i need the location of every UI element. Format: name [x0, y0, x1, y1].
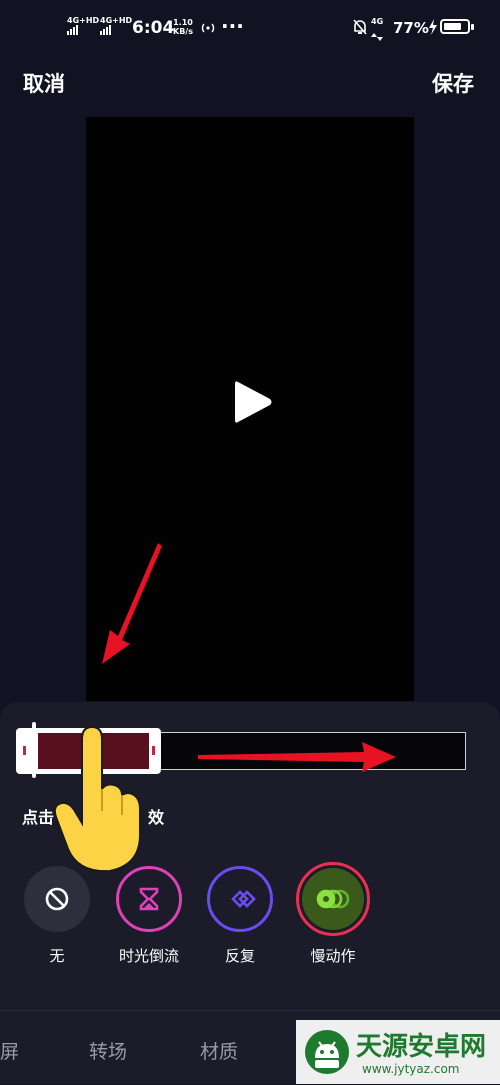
- effect-time-reverse-label: 时光倒流: [118, 947, 179, 965]
- effect-repeat-button[interactable]: [207, 866, 273, 932]
- repeat-diamond-icon: [231, 890, 256, 908]
- annotation-arrow-right-icon: [198, 742, 396, 772]
- signal-bars-icon: [100, 25, 132, 35]
- status-bar: 4G+HD 4G+HD 6:04 1.10 KB/s ··· 4G 77%: [0, 0, 500, 56]
- hint-text-right: 效: [148, 808, 165, 827]
- mute-bell-icon: [353, 19, 367, 35]
- battery-icon: [440, 19, 470, 34]
- data-arrows-icon: [371, 33, 383, 41]
- network-type-2: 4G+HD: [100, 16, 133, 25]
- net-speed: 1.10 KB/s: [173, 18, 193, 36]
- charging-bolt-icon: [429, 19, 437, 35]
- clock: 6:04: [132, 18, 175, 38]
- no-effect-icon: [45, 887, 69, 911]
- annotation-arrow-down-icon: [102, 543, 162, 664]
- effect-time-reverse-button[interactable]: [116, 866, 182, 932]
- watermark: 天源安卓网 www.jytyaz.com: [296, 1020, 500, 1084]
- signal-bars-icon: [67, 25, 99, 35]
- hourglass-icon: [139, 887, 159, 911]
- effect-none-label: 无: [49, 947, 65, 965]
- effect-slow-motion-label: 慢动作: [310, 947, 356, 965]
- battery-tip: [471, 24, 474, 30]
- save-button[interactable]: 保存: [432, 68, 474, 98]
- watermark-name: 天源安卓网: [356, 1032, 487, 1062]
- slow-motion-icon: [316, 889, 350, 909]
- tab-material[interactable]: 材质: [200, 1037, 238, 1064]
- effect-repeat-label: 反复: [224, 947, 255, 965]
- selection-handle-left[interactable]: [23, 746, 26, 755]
- more-dots: ···: [221, 14, 244, 38]
- battery-level: [444, 23, 461, 30]
- android-logo-icon: [305, 1030, 349, 1074]
- effect-slow-motion-button[interactable]: [296, 862, 370, 936]
- network-type-1: 4G+HD: [67, 16, 100, 25]
- network-type-3: 4G: [371, 17, 384, 26]
- signal-2: 4G+HD: [100, 16, 132, 35]
- hint-text-left: 点击: [22, 808, 55, 827]
- selection-handle-right[interactable]: [152, 746, 155, 755]
- effect-none-button[interactable]: [24, 866, 90, 932]
- signal-3: 4G: [371, 17, 383, 45]
- signal-1: 4G+HD: [67, 16, 99, 35]
- battery-percent: 77%: [393, 19, 429, 37]
- hotspot-icon: [201, 23, 215, 33]
- pointing-hand-icon: [53, 725, 141, 873]
- cancel-button[interactable]: 取消: [23, 68, 65, 98]
- tab-transition[interactable]: 转场: [89, 1037, 127, 1064]
- watermark-url: www.jytyaz.com: [362, 1062, 460, 1076]
- play-icon[interactable]: [232, 378, 274, 426]
- playhead-cursor[interactable]: [32, 722, 36, 778]
- tab-screen[interactable]: 屏: [0, 1037, 19, 1064]
